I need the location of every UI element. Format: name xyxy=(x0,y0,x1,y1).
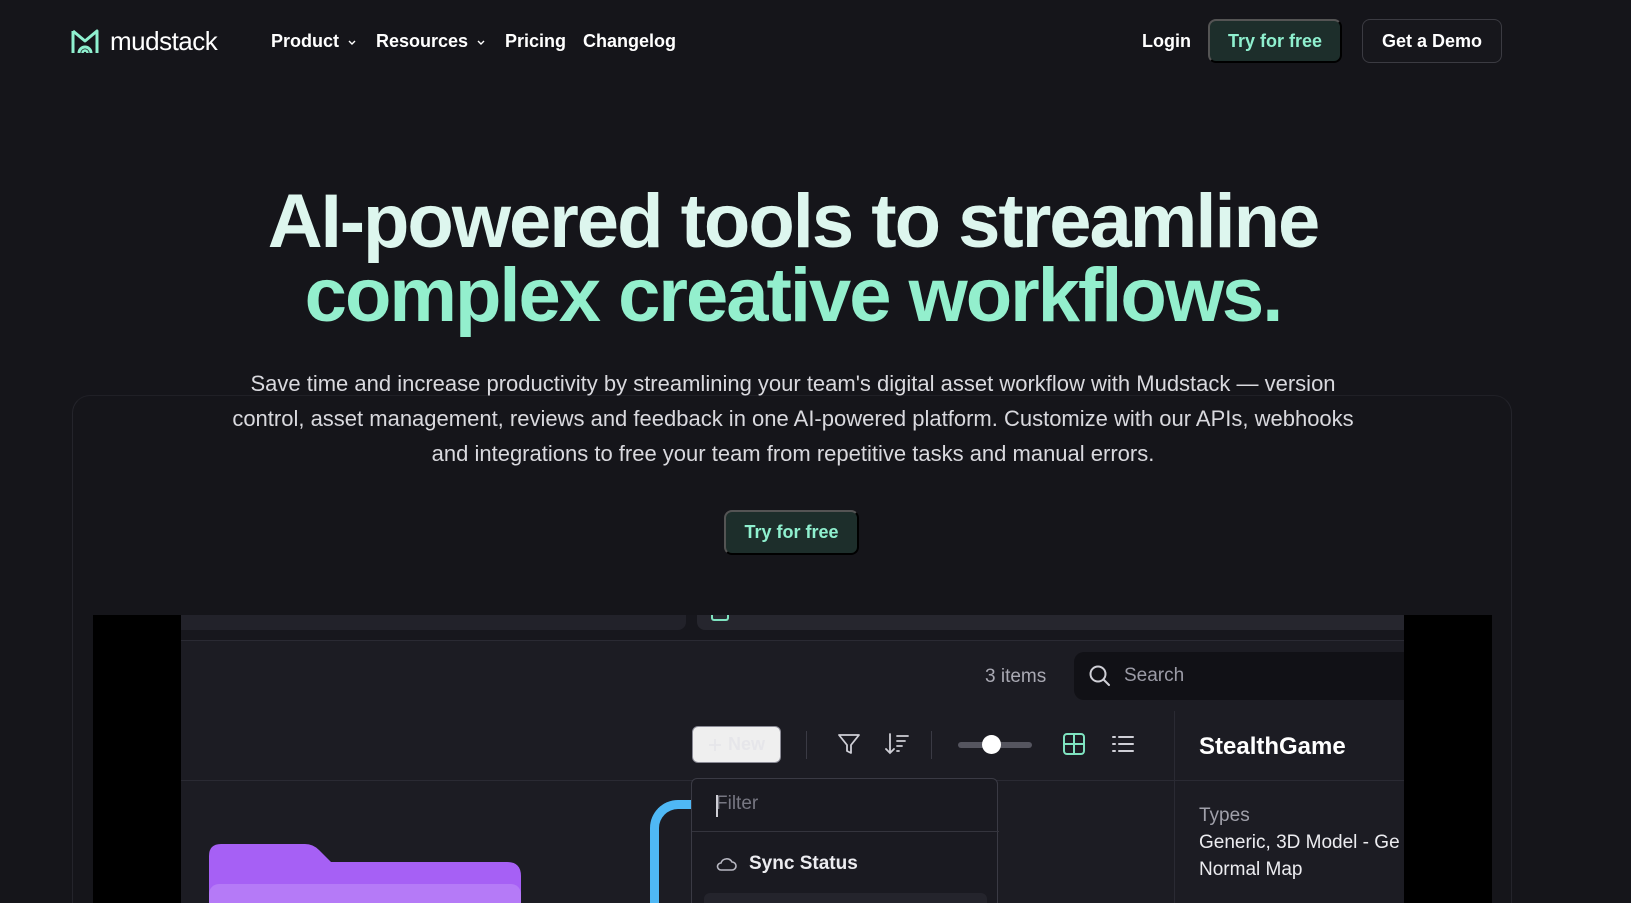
items-count: 3 items xyxy=(985,666,1047,687)
sort-icon[interactable] xyxy=(883,730,911,758)
toolbar-divider xyxy=(931,731,932,759)
dropdown-item-label: Sync Status xyxy=(749,853,858,874)
mudstack-logo-icon xyxy=(71,29,99,53)
tab-icon xyxy=(711,615,729,621)
dropdown-divider xyxy=(692,831,999,832)
nav-item-label: Product xyxy=(271,31,340,51)
list-view-icon[interactable] xyxy=(1109,730,1137,758)
hero-title: AI-powered tools to streamline complex c… xyxy=(0,184,1586,334)
toolbar-divider xyxy=(806,731,807,759)
logo[interactable]: mudstack xyxy=(70,26,218,57)
chevron-down-icon xyxy=(348,40,356,45)
details-types-label: Types xyxy=(1199,805,1250,826)
search-icon xyxy=(1089,665,1110,686)
filter-icon[interactable] xyxy=(835,730,863,758)
hero-subtitle: Save time and increase productivity by s… xyxy=(232,371,1354,466)
nav-item-label: Changelog xyxy=(583,31,676,51)
app-top-bar xyxy=(181,615,1404,641)
hero-try-for-free-button[interactable]: Try for free xyxy=(724,510,859,555)
try-for-free-button[interactable]: Try for free xyxy=(1208,19,1342,63)
brand-name: mudstack xyxy=(110,26,218,56)
filter-dropdown: Filter Sync Status xyxy=(691,778,999,903)
login-link[interactable]: Login xyxy=(1142,31,1191,52)
app-preview-video: 3 items Search New StealthGame Types Gen… xyxy=(93,615,1492,903)
plus-icon xyxy=(708,738,721,751)
search-placeholder: Search xyxy=(1124,665,1185,686)
details-divider xyxy=(1174,711,1175,903)
new-button[interactable]: New xyxy=(692,726,781,763)
dropdown-item-sync-status[interactable]: Sync Status xyxy=(716,853,858,875)
text-cursor xyxy=(716,795,718,817)
folder-icon[interactable] xyxy=(209,840,521,903)
details-types-value: Generic, 3D Model - Ge Normal Map xyxy=(1199,829,1404,883)
dropdown-filter-input[interactable]: Filter xyxy=(716,793,758,815)
nav-item-changelog[interactable]: Changelog xyxy=(583,31,676,52)
hero-title-line2: complex creative workflows. xyxy=(304,253,1284,338)
nav-item-pricing[interactable]: Pricing xyxy=(505,31,566,52)
cloud-icon xyxy=(716,858,737,871)
grid-view-icon[interactable] xyxy=(1060,730,1088,758)
get-a-demo-button[interactable]: Get a Demo xyxy=(1362,19,1502,63)
nav-item-label: Resources xyxy=(376,31,469,51)
nav-item-label: Pricing xyxy=(505,31,567,51)
details-title: StealthGame xyxy=(1199,733,1346,760)
chevron-down-icon xyxy=(477,40,485,45)
search-input[interactable]: Search xyxy=(1074,652,1404,700)
dropdown-item-highlight[interactable] xyxy=(704,893,987,903)
types-value-line2: Normal Map xyxy=(1199,859,1303,880)
app-screenshot: 3 items Search New StealthGame Types Gen… xyxy=(181,615,1404,903)
nav-item-product[interactable]: Product xyxy=(271,31,357,52)
nav-item-resources[interactable]: Resources xyxy=(376,31,486,52)
new-button-label: New xyxy=(727,734,765,754)
landing-page: mudstack Product Resources Pricing Chang… xyxy=(0,0,1631,903)
types-value-line1: Generic, 3D Model - Ge xyxy=(1199,832,1400,853)
hero-title-line1: AI-powered tools to streamline xyxy=(267,179,1321,264)
slider-handle[interactable] xyxy=(982,735,1001,754)
